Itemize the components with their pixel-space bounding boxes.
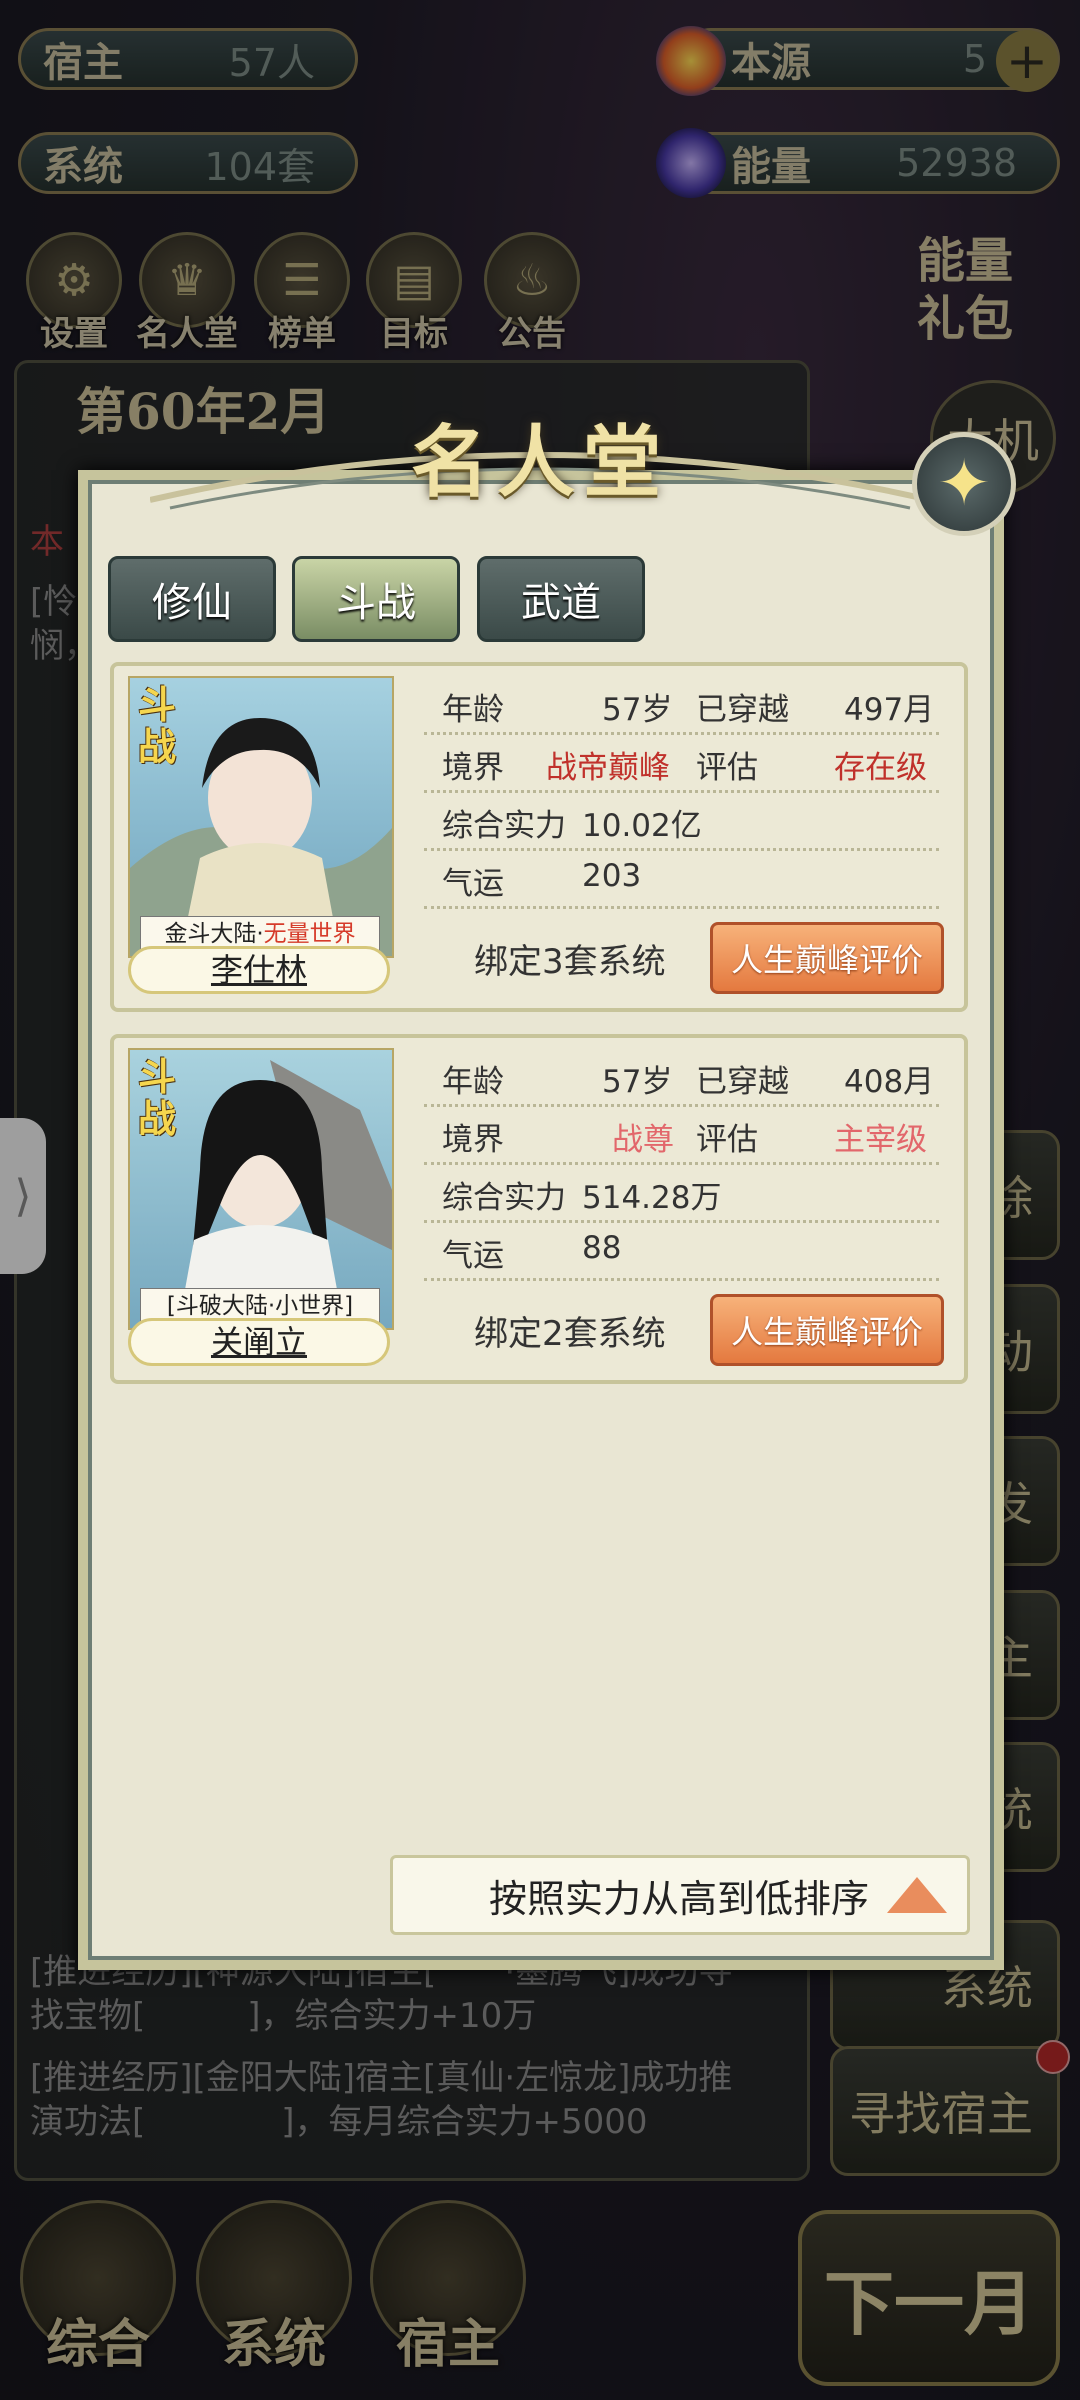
- age-label: 年龄: [442, 1064, 504, 1100]
- bind-count: 绑定2套系统: [474, 1314, 666, 1354]
- tab-battle[interactable]: 斗战: [292, 556, 460, 642]
- battle-tag: 斗战: [138, 1054, 177, 1141]
- hero-card: 斗战 [斗破大陆·小世界] 关阐立 年龄 57岁 已穿越 408月 境界 战尊 …: [110, 1034, 968, 1384]
- world-prefix: 金斗大陆·: [164, 921, 264, 947]
- eval-label: 评估: [696, 1122, 758, 1158]
- sort-label: 按照实力从高到低排序: [488, 1876, 869, 1921]
- power-value: 10.02亿: [582, 808, 702, 844]
- power-value: 514.28万: [582, 1180, 722, 1216]
- realm-value: 战帝巅峰: [546, 750, 670, 786]
- close-button[interactable]: ✦: [912, 432, 1016, 536]
- travel-value: 497月: [844, 692, 935, 728]
- age-label: 年龄: [442, 692, 504, 728]
- hero-card: 斗战 金斗大陆·无量世界 李仕林 年龄 57岁 已穿越 497月 境界 战帝巅峰…: [110, 662, 968, 1012]
- hero-portrait: 斗战 金斗大陆·无量世界: [128, 676, 394, 958]
- travel-label: 已穿越: [696, 692, 789, 728]
- tab-martial[interactable]: 武道: [477, 556, 645, 642]
- eval-value: 主宰级: [834, 1122, 927, 1158]
- hero-portrait: 斗战 [斗破大陆·小世界]: [128, 1048, 394, 1330]
- sort-ascending-triangle-icon: [887, 1877, 947, 1913]
- sort-button[interactable]: 按照实力从高到低排序: [390, 1855, 970, 1935]
- age-value: 57岁: [602, 1064, 673, 1100]
- realm-value: 战尊: [612, 1122, 674, 1158]
- power-label: 综合实力: [442, 808, 566, 844]
- travel-value: 408月: [844, 1064, 935, 1100]
- hero-name[interactable]: 关阐立: [128, 1318, 390, 1366]
- star-close-icon: ✦: [937, 447, 991, 521]
- eval-value: 存在级: [834, 750, 927, 786]
- realm-label: 境界: [442, 1122, 504, 1158]
- battle-tag: 斗战: [138, 682, 177, 769]
- luck-value: 88: [582, 1230, 622, 1266]
- hero-name[interactable]: 李仕林: [128, 946, 390, 994]
- luck-label: 气运: [442, 866, 504, 902]
- world-prefix: [斗破大陆·小世界]: [166, 1293, 354, 1319]
- luck-value: 203: [582, 858, 642, 894]
- age-value: 57岁: [602, 692, 673, 728]
- peak-evaluation-button[interactable]: 人生巅峰评价: [710, 1294, 944, 1366]
- tab-cultivation[interactable]: 修仙: [108, 556, 276, 642]
- bind-count: 绑定3套系统: [474, 942, 666, 982]
- luck-label: 气运: [442, 1238, 504, 1274]
- realm-label: 境界: [442, 750, 504, 786]
- peak-evaluation-button[interactable]: 人生巅峰评价: [710, 922, 944, 994]
- travel-label: 已穿越: [696, 1064, 789, 1100]
- power-label: 综合实力: [442, 1180, 566, 1216]
- world-highlight: 无量世界: [263, 921, 356, 947]
- eval-label: 评估: [696, 750, 758, 786]
